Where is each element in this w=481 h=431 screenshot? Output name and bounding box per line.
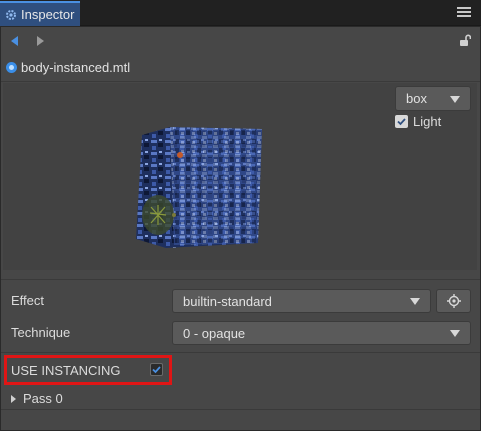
effect-label: Effect xyxy=(11,293,45,308)
crosshair-icon xyxy=(446,294,461,308)
tab-bar: Inspector xyxy=(0,0,481,26)
light-checkbox[interactable] xyxy=(395,115,408,128)
divider xyxy=(1,279,480,280)
effect-select[interactable]: builtin-standard xyxy=(172,289,431,313)
technique-select-value: 0 - opaque xyxy=(183,325,246,341)
divider xyxy=(1,352,480,353)
light-label: Light xyxy=(413,114,442,129)
divider xyxy=(1,409,480,410)
pass-label: Pass 0 xyxy=(23,391,63,406)
checkmark-icon xyxy=(397,118,406,126)
mesh-select-value: box xyxy=(406,91,427,106)
arrow-left-icon xyxy=(10,36,18,46)
arrow-right-icon xyxy=(36,36,44,46)
gear-icon xyxy=(6,9,16,20)
pass-0-foldout[interactable]: Pass 0 xyxy=(11,391,63,406)
chevron-down-icon xyxy=(450,330,460,337)
forward-button[interactable] xyxy=(34,35,46,47)
chevron-down-icon xyxy=(410,298,420,305)
tab-inspector[interactable]: Inspector xyxy=(0,1,80,26)
unlock-icon[interactable] xyxy=(459,34,471,46)
chevron-down-icon xyxy=(450,95,460,103)
material-icon xyxy=(6,61,17,73)
tab-label: Inspector xyxy=(21,7,75,22)
hamburger-menu-icon[interactable] xyxy=(457,5,471,19)
locate-effect-button[interactable] xyxy=(436,289,471,313)
divider xyxy=(1,81,480,82)
technique-select[interactable]: 0 - opaque xyxy=(172,321,471,345)
highlight-box xyxy=(4,355,172,385)
asset-header: body-instanced.mtl xyxy=(6,58,130,76)
back-button[interactable] xyxy=(8,35,20,47)
mesh-select[interactable]: box xyxy=(395,86,471,111)
effect-select-value: builtin-standard xyxy=(183,293,272,309)
cube-preview-image xyxy=(136,127,262,248)
asset-name: body-instanced.mtl xyxy=(21,59,131,75)
technique-label: Technique xyxy=(11,325,71,340)
chevron-right-icon xyxy=(11,394,16,403)
light-toggle[interactable]: Light xyxy=(395,114,441,129)
